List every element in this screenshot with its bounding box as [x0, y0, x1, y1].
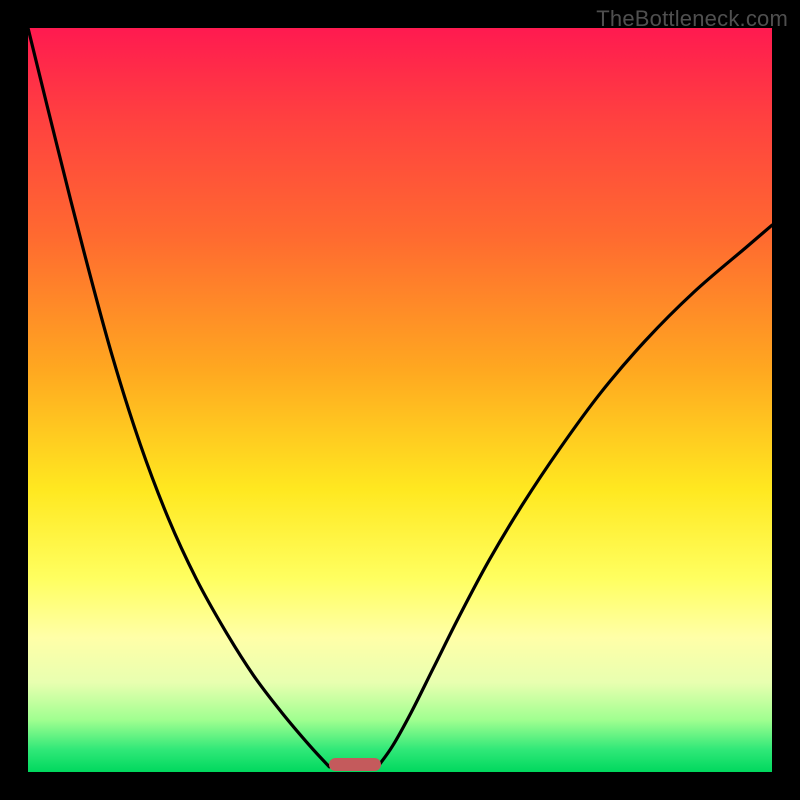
plot-area	[28, 28, 772, 772]
optimum-marker	[329, 758, 381, 771]
chart-frame: TheBottleneck.com	[0, 0, 800, 800]
bottleneck-curve	[28, 28, 772, 772]
